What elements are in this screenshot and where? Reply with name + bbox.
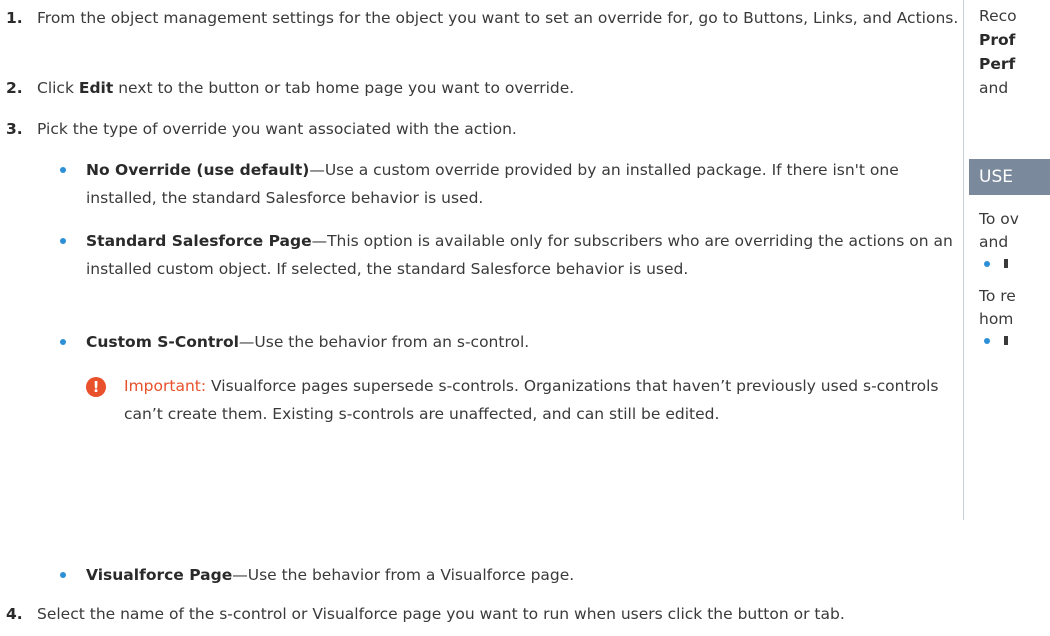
step-text: Select the name of the s-control or Visu… [37, 605, 845, 623]
sidebar-text: To re [979, 287, 1016, 305]
bullet-icon [60, 167, 66, 173]
sidebar-panel: Reco Prof Perf and USE To ov and To re h… [963, 0, 1050, 520]
sidebar-text: and [979, 233, 1009, 251]
important-text: Visualforce pages supersede s-controls. … [124, 377, 939, 423]
sidebar-edition: Perf [979, 55, 1016, 73]
bullet-icon [60, 572, 66, 578]
option-desc: —Use the behavior from an s-control. [238, 333, 530, 351]
bullet-icon [984, 261, 990, 267]
edit-keyword: Edit [78, 79, 114, 97]
option-desc: —Use the behavior from a Visualforce pag… [232, 566, 575, 584]
step-text: From the object management settings for … [37, 9, 959, 27]
step-number: 2. [6, 79, 23, 97]
sidebar-edition: Prof [979, 31, 1016, 49]
sidebar-text: Reco [979, 7, 1017, 25]
truncated-glyph [1004, 336, 1008, 345]
sidebar-text: To ov [979, 210, 1019, 228]
sidebar-section-header: USE [969, 159, 1050, 195]
step-text: Click Edit next to the button or tab hom… [37, 79, 575, 97]
bullet-icon [60, 339, 66, 345]
option-title: Visualforce Page [86, 566, 233, 584]
option-title: Custom S-Control [86, 333, 239, 351]
bullet-icon [984, 338, 990, 344]
warning-icon: ! [86, 377, 106, 397]
sidebar-text: and [979, 79, 1009, 97]
option-title: No Override (use default) [86, 161, 310, 179]
bullet-icon [60, 238, 66, 244]
option-title: Standard Salesforce Page [86, 232, 312, 250]
step-number: 1. [6, 9, 23, 27]
step-number: 3. [6, 120, 23, 138]
step-text: Pick the type of override you want assoc… [37, 120, 517, 138]
important-label: Important: [124, 377, 207, 395]
sidebar-text: hom [979, 310, 1014, 328]
truncated-glyph [1004, 259, 1008, 268]
step-number: 4. [6, 605, 23, 623]
